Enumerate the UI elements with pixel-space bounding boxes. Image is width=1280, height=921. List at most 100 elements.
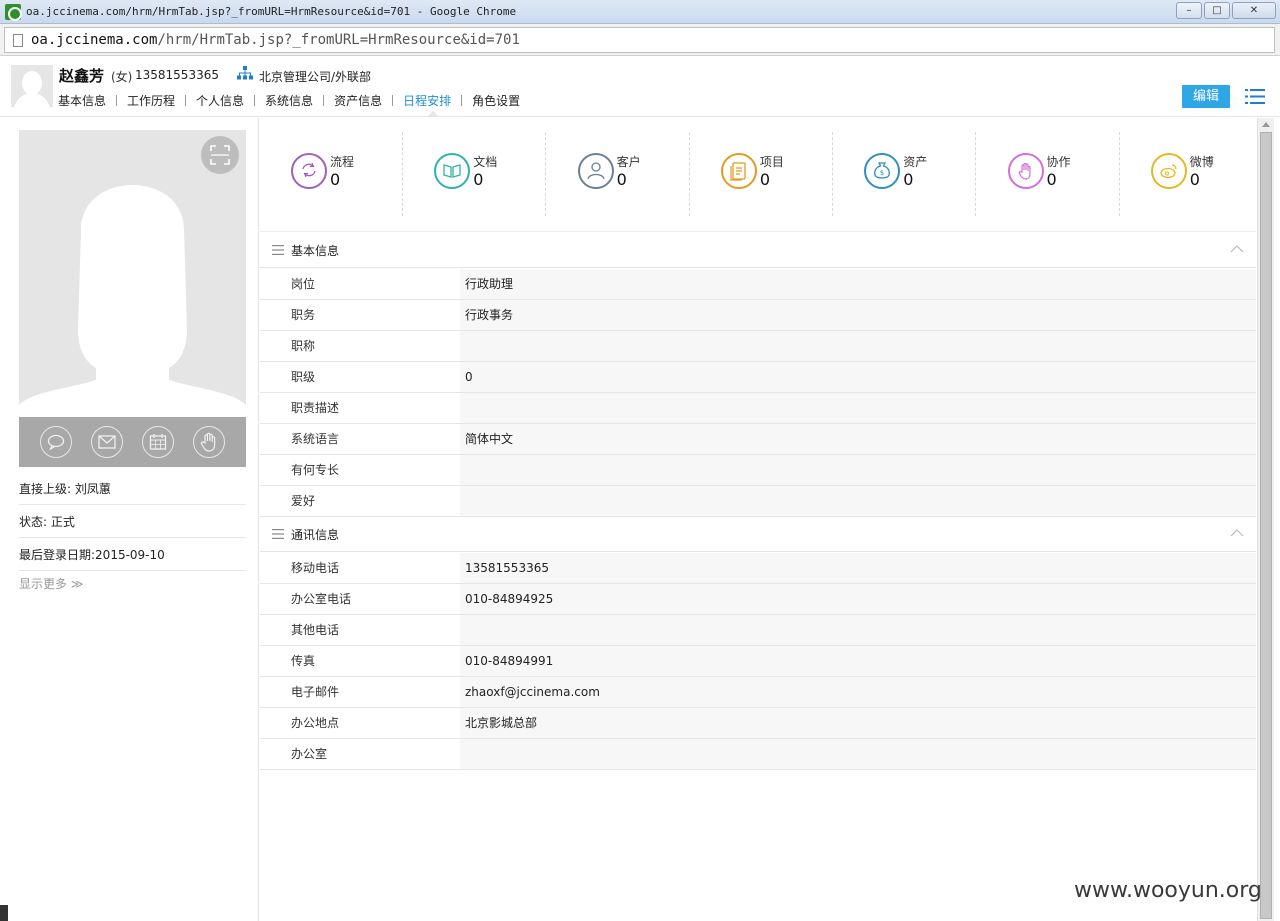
field-row: 办公地点 北京影城总部 — [260, 708, 1256, 739]
section-contact-info-header[interactable]: 通讯信息 — [260, 516, 1256, 552]
chevron-up-icon[interactable] — [1230, 244, 1244, 254]
field-value: 简体中文 — [460, 424, 1256, 454]
field-label: 职称 — [291, 339, 316, 353]
field-row: 办公室 — [260, 739, 1256, 770]
cooperate-button[interactable] — [192, 426, 225, 458]
stat-customer[interactable]: 客户 0 — [547, 132, 690, 216]
field-label: 电子邮件 — [291, 685, 340, 699]
calendar-icon — [149, 434, 167, 450]
tab-basic-info[interactable]: 基本信息 — [58, 92, 106, 109]
field-row: 职称 — [260, 331, 1256, 362]
tab-personal-info[interactable]: 个人信息 — [196, 92, 244, 109]
cooperation-icon — [1007, 153, 1044, 189]
tab-role-settings[interactable]: 角色设置 — [472, 92, 520, 109]
corner-artifact — [0, 905, 8, 921]
tab-system-info[interactable]: 系统信息 — [265, 92, 313, 109]
expand-icon — [210, 145, 230, 165]
stat-label: 协作 — [1046, 155, 1071, 169]
chevron-up-icon[interactable] — [1230, 528, 1244, 538]
section-basic-info-header[interactable]: 基本信息 — [260, 232, 1256, 268]
field-value — [460, 455, 1256, 485]
stat-weibo[interactable]: 微博 0 — [1120, 132, 1263, 216]
field-label: 办公室电话 — [291, 592, 352, 606]
field-label: 职责描述 — [291, 401, 340, 415]
tab-separator — [461, 94, 463, 106]
field-value: 北京影城总部 — [460, 708, 1256, 738]
field-value — [460, 739, 1256, 769]
active-tab-caret — [427, 111, 439, 117]
tab-schedule[interactable]: 日程安排 — [403, 92, 451, 109]
field-row: 爱好 — [260, 486, 1256, 517]
field-row: 有何专长 — [260, 455, 1256, 486]
minimize-button[interactable]: – — [1176, 2, 1202, 19]
weibo-icon — [1150, 153, 1187, 189]
stat-label: 资产 — [903, 155, 928, 169]
profile-main: 流程 0 文档 0 客户 0 项目 0 $ 资产 0 协作 0 微博 0 基本信息 岗位 行政助理 职务 行政事务… — [260, 118, 1256, 921]
profile-header: 赵鑫芳 (女) 13581553365 北京管理公司/外联部 基本信息 工作历程… — [0, 57, 1280, 117]
employee-name: 赵鑫芳 — [59, 67, 105, 85]
field-value: 行政助理 — [460, 269, 1256, 299]
watermark: www.wooyun.org — [1074, 878, 1262, 903]
field-value — [460, 331, 1256, 361]
tab-separator — [254, 94, 256, 106]
field-value: 010-84894925 — [460, 584, 1256, 614]
fullscreen-button[interactable] — [201, 136, 239, 174]
section-title: 通讯信息 — [291, 528, 340, 542]
show-more-link[interactable]: 显示更多 ≫ — [19, 575, 83, 592]
field-row: 职责描述 — [260, 393, 1256, 424]
employee-org[interactable]: 北京管理公司/外联部 — [259, 68, 371, 85]
tab-asset-info[interactable]: 资产信息 — [334, 92, 382, 109]
field-label: 其他电话 — [291, 623, 340, 637]
stat-asset[interactable]: $ 资产 0 — [833, 132, 977, 216]
document-icon — [434, 153, 471, 189]
tab-separator — [116, 94, 118, 106]
stat-cooperation[interactable]: 协作 0 — [977, 132, 1120, 216]
stat-value: 0 — [616, 170, 627, 189]
stat-document[interactable]: 文档 0 — [403, 132, 547, 216]
close-button[interactable]: ✕ — [1232, 2, 1276, 19]
field-value: 13581553365 — [460, 553, 1256, 583]
chat-bubble-icon — [48, 434, 65, 450]
stats-strip: 流程 0 文档 0 客户 0 项目 0 $ 资产 0 协作 0 微博 0 — [260, 118, 1256, 232]
message-button[interactable] — [40, 426, 73, 458]
field-label: 传真 — [291, 654, 316, 668]
field-row: 办公室电话 010-84894925 — [260, 584, 1256, 615]
scroll-up-arrow-icon[interactable] — [1262, 122, 1270, 127]
page-icon — [13, 33, 23, 47]
hand-icon — [200, 432, 215, 452]
profile-sidebar: 直接上级: 刘凤蕙 状态: 正式 最后登录日期:2015-09-10 显示更多 … — [0, 118, 259, 921]
field-value: zhaoxf@jccinema.com — [460, 677, 1256, 707]
scrollbar-thumb[interactable] — [1260, 132, 1272, 919]
employee-phone: 13581553365 — [135, 68, 219, 82]
stat-value: 0 — [1189, 170, 1200, 189]
field-label: 职务 — [291, 308, 316, 322]
chrome-app-icon — [5, 3, 22, 21]
tab-work-history[interactable]: 工作历程 — [127, 92, 175, 109]
profile-photo — [19, 130, 246, 417]
section-title: 基本信息 — [291, 244, 340, 258]
vertical-scrollbar[interactable] — [1257, 118, 1274, 921]
maximize-button[interactable]: □ — [1204, 2, 1230, 19]
stat-label: 文档 — [473, 155, 498, 169]
calendar-button[interactable] — [141, 426, 174, 458]
edit-button[interactable]: 编辑 — [1182, 85, 1230, 108]
svg-text:$: $ — [880, 169, 884, 177]
stat-workflow[interactable]: 流程 0 — [260, 132, 403, 216]
field-label: 职级 — [291, 370, 316, 384]
field-value — [460, 615, 1256, 645]
stat-project[interactable]: 项目 0 — [690, 132, 833, 216]
stat-label: 项目 — [759, 155, 784, 169]
email-button[interactable] — [91, 426, 124, 458]
customer-icon — [577, 153, 614, 189]
field-value — [460, 393, 1256, 423]
employee-gender: (女) — [111, 70, 133, 84]
address-bar: oa.jccinema.com/hrm/HrmTab.jsp?_fromURL=… — [0, 24, 1280, 56]
list-menu-icon[interactable] — [1245, 88, 1265, 105]
window-titlebar: oa.jccinema.com/hrm/HrmTab.jsp?_fromURL=… — [0, 0, 1280, 24]
field-row: 岗位 行政助理 — [260, 269, 1256, 300]
tab-separator — [323, 94, 325, 106]
asset-icon: $ — [864, 153, 901, 189]
stat-label: 流程 — [330, 155, 355, 169]
url-input[interactable]: oa.jccinema.com/hrm/HrmTab.jsp?_fromURL=… — [4, 27, 1275, 53]
field-label: 办公室 — [291, 747, 328, 761]
